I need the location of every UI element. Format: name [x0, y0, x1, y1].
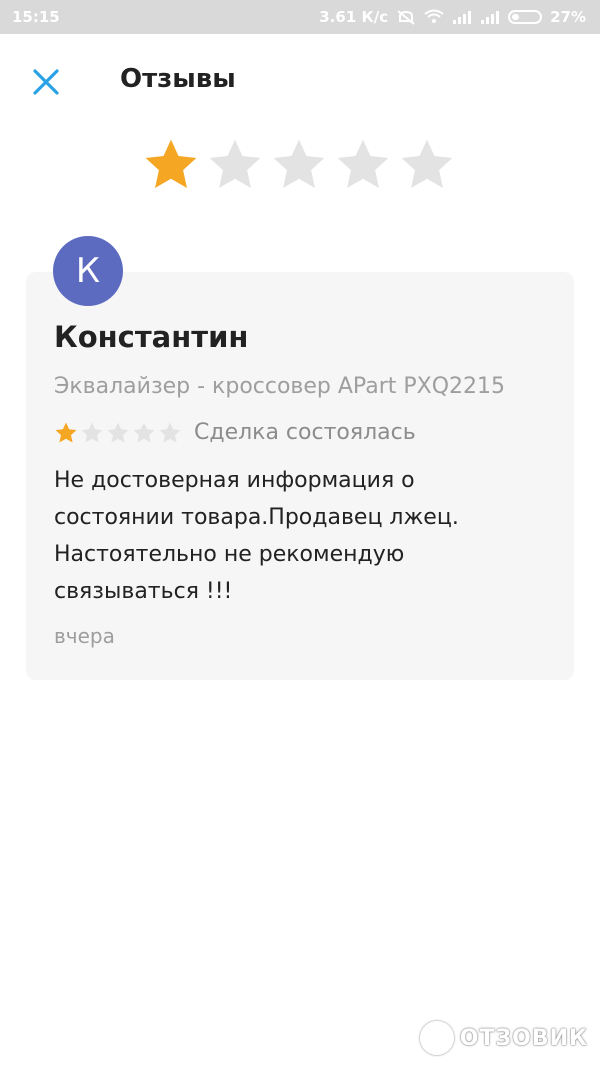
overall-rating-stars [142, 136, 456, 194]
status-bar: 15:15 3.61 К/с 27% [0, 0, 600, 34]
battery-fill [512, 14, 520, 20]
avatar: К [53, 236, 123, 306]
overall-star-empty-icon [337, 139, 389, 188]
battery-icon [508, 10, 543, 24]
review-rating-row: Сделка состоялась [54, 420, 416, 445]
overall-star-empty-icon [401, 139, 453, 188]
review-author: Константин [54, 320, 249, 354]
close-icon[interactable] [30, 66, 62, 98]
battery-percent: 27% [550, 8, 586, 26]
review-date: вчера [54, 624, 115, 648]
watermark: ОТЗОВИК [419, 1021, 588, 1055]
review-product: Эквалайзер - кроссовер APart PXQ2215 [54, 374, 505, 399]
status-time: 15:15 [12, 8, 60, 26]
page-title: Отзывы [120, 64, 236, 94]
signal-icon [453, 11, 472, 24]
review-rating-stars [54, 421, 182, 445]
review-star-empty-icon [107, 422, 129, 442]
watermark-text: ОТЗОВИК [459, 1025, 588, 1051]
review-star-empty-icon [133, 422, 155, 442]
review-star-filled-icon [55, 422, 77, 442]
status-icons: 3.61 К/с 27% [319, 8, 586, 26]
app-header: Отзывы [0, 34, 600, 126]
watermark-logo-icon [419, 1021, 454, 1055]
review-star-empty-icon [159, 422, 181, 442]
overall-star-empty-icon [273, 139, 325, 188]
signal-icon-2 [481, 11, 500, 24]
network-speed: 3.61 К/с [319, 8, 389, 26]
review-text: Не достоверная информация о состоянии то… [54, 468, 459, 604]
overall-star-empty-icon [209, 139, 261, 188]
review-star-empty-icon [81, 422, 103, 442]
deal-status: Сделка состоялась [194, 420, 416, 445]
overall-star-filled-icon [145, 139, 197, 188]
wifi-icon [424, 9, 444, 23]
silent-icon [397, 10, 415, 25]
